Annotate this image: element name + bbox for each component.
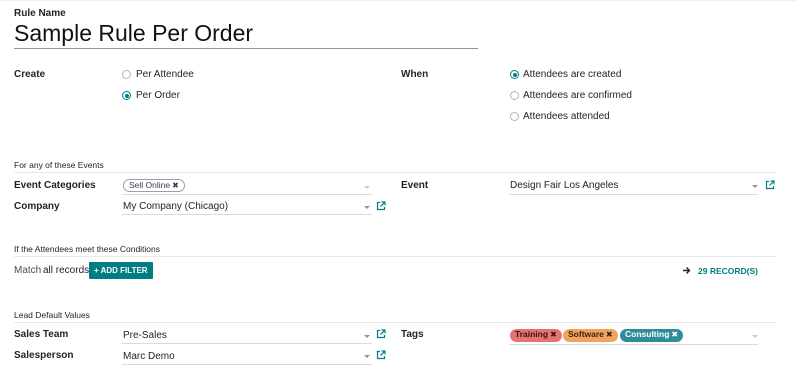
event-label: Event	[401, 180, 429, 191]
close-icon[interactable]: ✖	[671, 330, 678, 339]
plus-icon: +	[94, 266, 99, 275]
match-value: all records	[43, 265, 90, 276]
events-section-title: For any of these Events	[14, 160, 104, 170]
salesperson-underline	[122, 364, 372, 365]
rule-name-underline	[14, 48, 478, 49]
radio-per-order-label[interactable]: Per Order	[136, 90, 180, 101]
caret-down-icon[interactable]	[364, 206, 370, 209]
tag-sell-online-label: Sell Online	[129, 180, 171, 190]
caret-down-icon[interactable]	[752, 185, 758, 188]
sales-team-label: Sales Team	[14, 329, 69, 340]
close-icon[interactable]: ✖	[550, 330, 557, 339]
conditions-section-title: If the Attendees meet these Conditions	[14, 244, 161, 254]
rule-name-label: Rule Name	[14, 8, 66, 19]
tags-label: Tags	[401, 329, 424, 340]
caret-down-icon[interactable]	[752, 335, 758, 338]
rule-name-input[interactable]: Sample Rule Per Order	[14, 20, 253, 47]
add-filter-label: ADD FILTER	[100, 266, 148, 275]
caret-down-icon[interactable]	[364, 186, 370, 189]
company-underline	[122, 214, 372, 215]
arrow-right-icon	[683, 267, 691, 274]
salesperson-field[interactable]: Marc Demo	[123, 351, 175, 362]
radio-per-order[interactable]	[122, 91, 131, 100]
tag-consulting-label: Consulting	[625, 329, 670, 339]
tag-software: Software ✖	[563, 329, 618, 342]
event-underline	[509, 194, 758, 195]
close-icon[interactable]: ✖	[606, 330, 613, 339]
company-label: Company	[14, 201, 60, 212]
event-categories-label: Event Categories	[14, 180, 96, 191]
radio-per-attendee[interactable]	[122, 70, 131, 79]
radio-attendees-attended[interactable]	[510, 112, 519, 121]
records-link[interactable]: 29 RECORD(S)	[698, 266, 758, 276]
tags-underline	[509, 344, 758, 345]
radio-attendees-created-label[interactable]: Attendees are created	[523, 69, 621, 80]
tag-training-label: Training	[515, 329, 549, 339]
company-field[interactable]: My Company (Chicago)	[123, 201, 228, 212]
tag-training: Training ✖	[510, 329, 562, 342]
sales-team-field[interactable]: Pre-Sales	[123, 330, 167, 341]
events-section-divider	[14, 172, 776, 173]
close-icon[interactable]: ✖	[172, 181, 179, 190]
event-field[interactable]: Design Fair Los Angeles	[510, 180, 618, 191]
match-prefix: Match	[14, 265, 42, 276]
radio-attendees-confirmed-label[interactable]: Attendees are confirmed	[523, 90, 632, 101]
tag-consulting: Consulting ✖	[620, 329, 684, 342]
tag-software-label: Software	[568, 329, 604, 339]
radio-attendees-confirmed[interactable]	[510, 91, 519, 100]
lead-section-divider	[14, 322, 776, 323]
external-link-icon[interactable]	[376, 329, 386, 339]
top-border	[0, 0, 796, 1]
radio-per-attendee-label[interactable]: Per Attendee	[136, 69, 194, 80]
create-label: Create	[14, 69, 46, 80]
external-link-icon[interactable]	[376, 201, 386, 211]
caret-down-icon[interactable]	[364, 355, 370, 358]
lead-section-title: Lead Default Values	[14, 310, 90, 320]
external-link-icon[interactable]	[765, 180, 775, 190]
sales-team-underline	[122, 343, 372, 344]
caret-down-icon[interactable]	[364, 335, 370, 338]
external-link-icon[interactable]	[376, 350, 386, 360]
add-filter-button[interactable]: + ADD FILTER	[89, 262, 153, 279]
when-label: When	[401, 69, 429, 80]
conditions-section-divider	[14, 256, 776, 257]
salesperson-label: Salesperson	[14, 350, 74, 361]
radio-attendees-attended-label[interactable]: Attendees attended	[523, 111, 610, 122]
event-categories-underline	[122, 194, 372, 195]
radio-attendees-created[interactable]	[510, 70, 519, 79]
tag-sell-online: Sell Online ✖	[123, 179, 185, 192]
